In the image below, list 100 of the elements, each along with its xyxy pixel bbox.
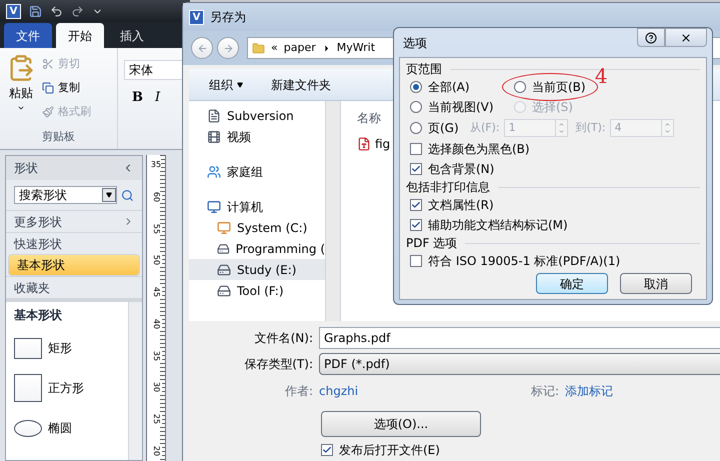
breadcrumb-item[interactable]: « (271, 40, 278, 56)
ribbon-tab[interactable]: 开始 (56, 23, 104, 48)
checkbox-label: 包含背景(N) (428, 161, 494, 177)
brush-icon (42, 106, 54, 118)
scrollbar[interactable] (128, 302, 142, 460)
close-button[interactable] (665, 28, 707, 47)
nav-item[interactable]: Tool (F:) (189, 280, 325, 301)
author-link[interactable]: chgzhi (319, 382, 525, 400)
forward-button[interactable] (217, 37, 239, 59)
drive-icon (217, 284, 231, 298)
folder-icon (252, 42, 265, 54)
radio-button[interactable] (410, 122, 422, 134)
cancel-button[interactable]: 取消 (620, 273, 692, 294)
nav-item[interactable]: 视频 (189, 126, 325, 147)
radio-button[interactable] (514, 81, 526, 93)
checkbox[interactable] (410, 219, 422, 231)
section-title: 页范围 (406, 61, 442, 77)
search-field[interactable]: 搜索形状 (19, 186, 99, 204)
section-title: PDF 选项 (406, 235, 458, 251)
column-header: 名称 (357, 110, 381, 127)
caret-icon (237, 82, 243, 88)
vertical-ruler: 35 60 55 50 45 40 35 30 25 20 (146, 155, 166, 461)
close-icon (680, 32, 692, 44)
checkbox-label: 文档属性(R) (428, 197, 494, 213)
nav-item[interactable]: Subversion (189, 105, 325, 126)
shapes-menu-item[interactable]: 基本形状 (8, 254, 140, 276)
italic-button[interactable]: I (155, 88, 160, 108)
spin-label: 到(T): (576, 120, 606, 136)
nav-item[interactable]: 家庭组 (189, 161, 325, 182)
stencil-shape[interactable]: 矩形 (14, 332, 120, 364)
nav-item[interactable]: System (C:) (189, 217, 325, 238)
checkbox-label: 发布后打开文件(E) (339, 442, 440, 459)
radio-button[interactable] (410, 101, 422, 113)
window-title: 另存为 (210, 9, 246, 26)
filetype-dropdown[interactable]: PDF (*.pdf) (319, 353, 720, 375)
checkbox-label: 符合 ISO 19005-1 标准(PDF/A)(1) (428, 253, 620, 269)
pdf-file-icon (357, 137, 371, 151)
rectangle-shape-icon (14, 338, 42, 358)
options-button[interactable]: 选项(O)... (321, 411, 481, 437)
ribbon-tab[interactable]: 文件 (4, 23, 52, 48)
back-arrow-icon (196, 42, 208, 54)
doc-icon (207, 108, 221, 122)
tags-link[interactable]: 添加标记 (565, 382, 614, 400)
paste-button[interactable]: 粘贴 (0, 54, 42, 128)
app-logo: V (6, 4, 21, 18)
annotation-number: 4 (594, 65, 608, 87)
radio-label: 全部(A) (428, 79, 470, 95)
computer-icon (207, 200, 221, 214)
radio-label: 选择(S) (532, 99, 573, 115)
ribbon-button[interactable]: 复制 (42, 78, 91, 98)
square-shape-icon (14, 374, 42, 402)
radio-label: 页(G) (428, 120, 459, 136)
redo-icon[interactable] (71, 4, 84, 18)
scrollbar[interactable] (325, 101, 341, 321)
panel-title: 形状 (14, 160, 38, 177)
video-icon (207, 130, 221, 144)
undo-icon[interactable] (50, 4, 63, 18)
checkbox-label: 选择颜色为黑色(B) (428, 141, 530, 157)
checkbox[interactable] (410, 143, 422, 155)
stencil-title: 基本形状 (14, 307, 63, 324)
shapes-menu-item[interactable]: 更多形状 (6, 210, 142, 232)
help-button[interactable] (637, 28, 665, 47)
ribbon-tab[interactable]: 插入 (108, 23, 156, 48)
checkbox[interactable] (410, 255, 422, 267)
drive-icon (217, 242, 230, 256)
filename-field[interactable]: Graphs.pdf (319, 327, 720, 349)
field-label: 作者: (284, 383, 313, 400)
spin-label: 从(F): (470, 120, 500, 136)
bold-button[interactable]: B (132, 88, 143, 108)
nav-item[interactable]: 计算机 (189, 196, 325, 217)
checkbox[interactable] (321, 444, 333, 456)
ok-button[interactable]: 确定 (536, 273, 608, 294)
group-label: 剪贴板 (41, 128, 76, 144)
stencil-shape[interactable]: 椭圆 (14, 412, 120, 444)
save-icon[interactable] (29, 4, 42, 18)
toolbar-button[interactable]: 新建文件夹 (271, 76, 331, 94)
toolbar-button[interactable]: 组织 (209, 76, 243, 94)
search-icon[interactable] (121, 188, 134, 202)
caret-icon (17, 104, 25, 112)
dropdown-icon[interactable] (102, 188, 116, 202)
forward-arrow-icon (222, 42, 234, 54)
radio-label: 当前页(B) (532, 79, 586, 95)
nav-item[interactable]: Study (E:) (189, 259, 325, 280)
breadcrumb-item[interactable]: MyWrit (336, 40, 376, 56)
back-button[interactable] (191, 37, 213, 59)
radio-button[interactable] (410, 81, 422, 93)
field-label: 保存类型(T): (243, 356, 313, 373)
cut-icon (42, 58, 54, 70)
breadcrumb-item[interactable]: paper (284, 40, 316, 56)
nav-item[interactable]: Programming ( (189, 238, 325, 259)
checkbox[interactable] (410, 163, 422, 175)
help-icon (645, 32, 657, 44)
stencil-shape[interactable]: 正方形 (14, 372, 120, 404)
system-icon (217, 220, 231, 234)
checkbox[interactable] (410, 199, 422, 211)
file-name[interactable]: fig (375, 135, 390, 153)
window-title: 选项 (403, 34, 427, 52)
field-label: 标记: (531, 383, 560, 400)
checkbox-label: 辅助功能文档结构标记(M) (428, 217, 568, 233)
search-combo-box[interactable]: 搜索形状 (14, 186, 118, 204)
